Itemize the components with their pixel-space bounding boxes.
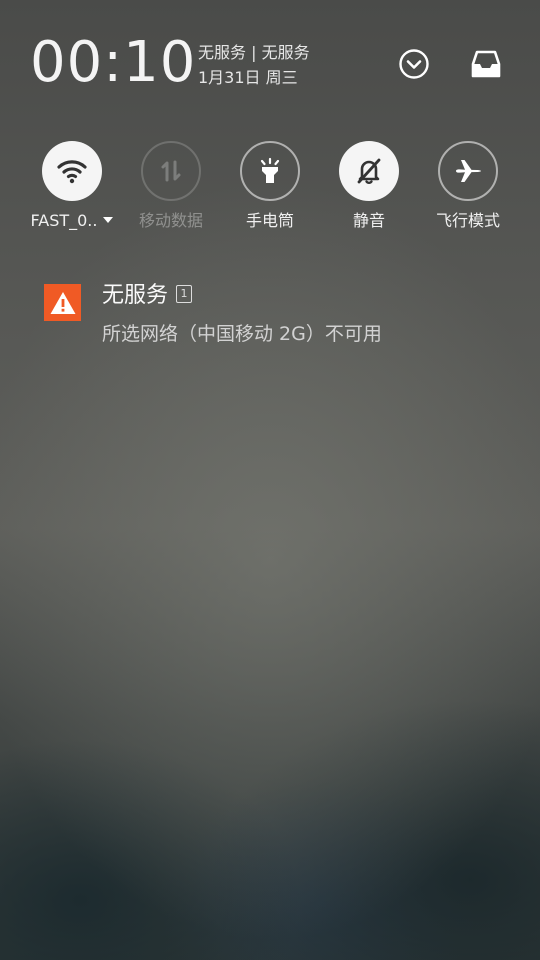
- qs-airplane-toggle[interactable]: [438, 141, 498, 201]
- status-info: 无服务 | 无服务 1月31日 周三: [198, 40, 310, 90]
- sim-card-icon: 1: [176, 285, 193, 303]
- carrier-status: 无服务 | 无服务: [198, 43, 310, 62]
- qs-mobile-data-label: 移动数据: [138, 211, 203, 230]
- qs-mobile-data[interactable]: 移动数据: [121, 141, 221, 232]
- airplane-icon: [456, 160, 481, 182]
- mobile-data-icon: [161, 160, 181, 182]
- qs-flashlight-toggle[interactable]: [240, 141, 300, 201]
- date-label: 1月31日 周三: [198, 68, 298, 87]
- notification-body: 所选网络（中国移动 2G）不可用: [102, 323, 382, 345]
- qs-flashlight-label: 手电筒: [245, 211, 294, 230]
- qs-wifi[interactable]: FAST_0..: [22, 141, 122, 232]
- qs-wifi-toggle[interactable]: [42, 141, 102, 201]
- time-display: 00:10: [30, 30, 197, 95]
- bell-mute-icon: [357, 158, 381, 184]
- notification-title: 无服务 1: [102, 282, 193, 310]
- flashlight-icon: [260, 157, 280, 183]
- qs-airplane-label: 飞行模式: [435, 211, 500, 230]
- qs-mobile-data-toggle[interactable]: [141, 141, 201, 201]
- qs-silent[interactable]: 静音: [319, 141, 419, 232]
- wifi-icon: [57, 160, 87, 184]
- qs-silent-label: 静音: [352, 211, 385, 230]
- inbox-tray-icon: [471, 50, 501, 78]
- notification-inbox-button[interactable]: [466, 44, 506, 84]
- warning-icon: [44, 284, 81, 321]
- qs-airplane[interactable]: 飞行模式: [418, 141, 518, 232]
- chevron-down-circle-icon: [399, 49, 429, 79]
- dropdown-caret-icon[interactable]: [103, 216, 114, 223]
- expand-button[interactable]: [394, 44, 434, 84]
- qs-flashlight[interactable]: 手电筒: [220, 141, 320, 232]
- qs-wifi-label[interactable]: FAST_0..: [22, 210, 122, 232]
- qs-silent-toggle[interactable]: [339, 141, 399, 201]
